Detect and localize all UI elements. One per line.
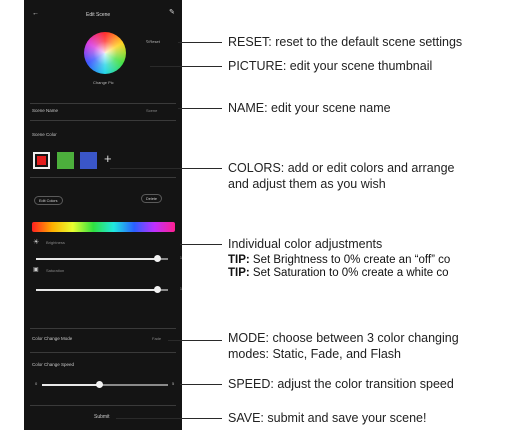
- speed-track[interactable]: [42, 384, 168, 386]
- phone-screen: ← Edit Scene ✎ ↻Reset Change Pic Scene N…: [24, 0, 182, 430]
- callout-line-name: [178, 108, 222, 109]
- scene-color-label: Scene Color: [32, 132, 57, 137]
- divider: [30, 103, 176, 104]
- color-swatch[interactable]: [57, 152, 74, 169]
- divider: [30, 177, 176, 178]
- brightness-icon: ☀: [33, 239, 40, 246]
- brightness-value: 100: [180, 256, 182, 260]
- picture-caption[interactable]: Change Pic: [93, 80, 114, 85]
- saturation-fill: [36, 289, 157, 291]
- callout-mode-line2: modes: Static, Fade, and Flash: [228, 347, 402, 361]
- callout-individual: Individual color adjustments: [228, 237, 383, 251]
- back-arrow-icon[interactable]: ←: [32, 10, 39, 17]
- callout-mode-line1: MODE: choose between 3 color changing: [228, 331, 459, 345]
- divider: [30, 120, 176, 121]
- callout-line-save: [116, 418, 222, 419]
- callout-picture: PICTURE: edit your scene thumbnail: [228, 59, 433, 73]
- mode-value[interactable]: Fade: [152, 336, 161, 341]
- speed-max-label: 5: [172, 381, 175, 386]
- callout-tip-brightness: TIP: Set Brightness to 0% create an “off…: [228, 254, 451, 266]
- scene-picture[interactable]: [84, 32, 126, 74]
- scene-name-value[interactable]: Scene: [146, 108, 157, 113]
- divider: [30, 405, 176, 406]
- divider: [30, 328, 176, 329]
- brightness-track[interactable]: [36, 258, 168, 260]
- submit-button[interactable]: Submit: [94, 414, 110, 420]
- callout-colors-line1: COLORS: add or edit colors and arrange: [228, 161, 455, 175]
- callout-line-picture: [150, 66, 222, 67]
- callout-name: NAME: edit your scene name: [228, 101, 391, 115]
- callout-tip-saturation: TIP: Set Saturation to 0% create a white…: [228, 267, 449, 279]
- brightness-slider-handle[interactable]: [154, 255, 161, 262]
- callout-line-mode: [168, 340, 222, 341]
- add-color-button[interactable]: +: [104, 151, 112, 166]
- callout-save: SAVE: submit and save your scene!: [228, 411, 427, 425]
- saturation-track[interactable]: [36, 289, 168, 291]
- color-swatch[interactable]: [80, 152, 97, 169]
- speed-min-label: 0: [35, 381, 38, 386]
- callout-line-individual: [180, 244, 222, 245]
- callout-reset: RESET: reset to the default scene settin…: [228, 35, 463, 49]
- reset-button[interactable]: ↻Reset: [146, 39, 160, 44]
- brightness-label: Brightness: [46, 240, 65, 245]
- color-spectrum-picker[interactable]: [32, 222, 175, 232]
- edit-pencil-icon[interactable]: ✎: [169, 8, 175, 16]
- color-swatch-selected[interactable]: [33, 152, 50, 169]
- saturation-label: Saturation: [46, 268, 65, 273]
- color-swatch-fill: [37, 156, 46, 165]
- callout-line-speed: [180, 384, 222, 385]
- saturation-icon: ▣: [33, 267, 39, 273]
- scene-name-label: Scene Name: [32, 108, 59, 113]
- callout-line-colors: [110, 168, 222, 169]
- callout-speed: SPEED: adjust the color transition speed: [228, 377, 454, 391]
- speed-slider-handle[interactable]: [96, 381, 103, 388]
- edit-colors-button[interactable]: Edit Colors: [34, 196, 63, 205]
- delete-color-button[interactable]: Delete: [141, 194, 162, 203]
- callout-line-reset: [178, 42, 222, 43]
- saturation-value: 100: [180, 287, 182, 291]
- mode-label: Color Change Mode: [32, 336, 73, 341]
- callout-colors-line2: and adjust them as you wish: [228, 177, 386, 191]
- screen-title: Edit Scene: [86, 12, 111, 18]
- speed-label: Color Change Speed: [32, 362, 75, 367]
- brightness-fill: [36, 258, 157, 260]
- saturation-slider-handle[interactable]: [154, 286, 161, 293]
- divider: [30, 352, 176, 353]
- speed-fill: [42, 384, 99, 386]
